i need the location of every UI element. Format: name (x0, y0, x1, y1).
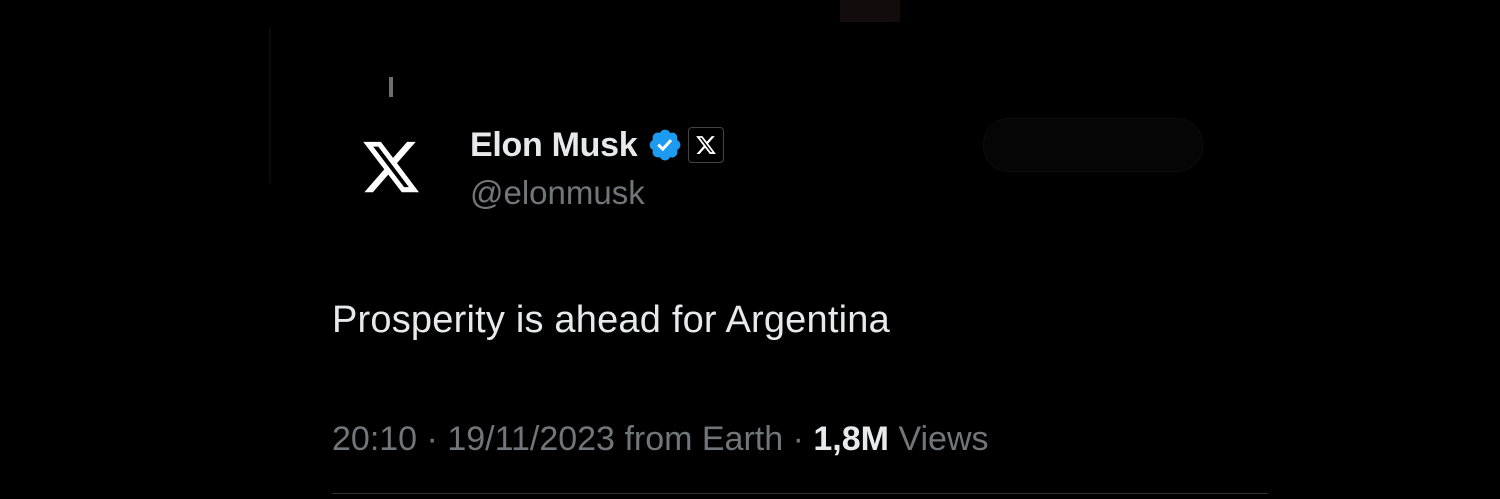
views-count[interactable]: 1,8M (813, 420, 889, 458)
tweet-header: Elon Musk @elonmusk (470, 122, 725, 212)
x-logo-icon (363, 141, 419, 193)
verified-badge-icon[interactable] (647, 127, 683, 163)
meta-separator: · (792, 420, 804, 458)
tweet-source: from Earth (624, 420, 784, 458)
author-display-name[interactable]: Elon Musk (470, 126, 638, 165)
avatar[interactable] (348, 124, 434, 210)
background-fragment (840, 0, 900, 22)
x-affiliate-badge-icon[interactable] (688, 127, 725, 163)
meta-separator: · (426, 420, 438, 458)
panel-edge (269, 28, 271, 183)
tweet-text: Prosperity is ahead for Argentina (332, 299, 890, 341)
views-label[interactable]: Views (898, 420, 988, 458)
tweet-time[interactable]: 20:10 (332, 420, 417, 458)
divider (332, 493, 1268, 494)
author-handle[interactable]: @elonmusk (470, 174, 724, 212)
tweet-date[interactable]: 19/11/2023 (447, 420, 615, 458)
scroll-indicator (389, 77, 393, 97)
x-small-icon (696, 136, 717, 154)
tweet-meta: 20:10 · 19/11/2023 from Earth · 1,8M Vie… (332, 420, 989, 459)
follow-button-ghost[interactable] (983, 118, 1203, 172)
author-name-row: Elon Musk (470, 122, 725, 168)
